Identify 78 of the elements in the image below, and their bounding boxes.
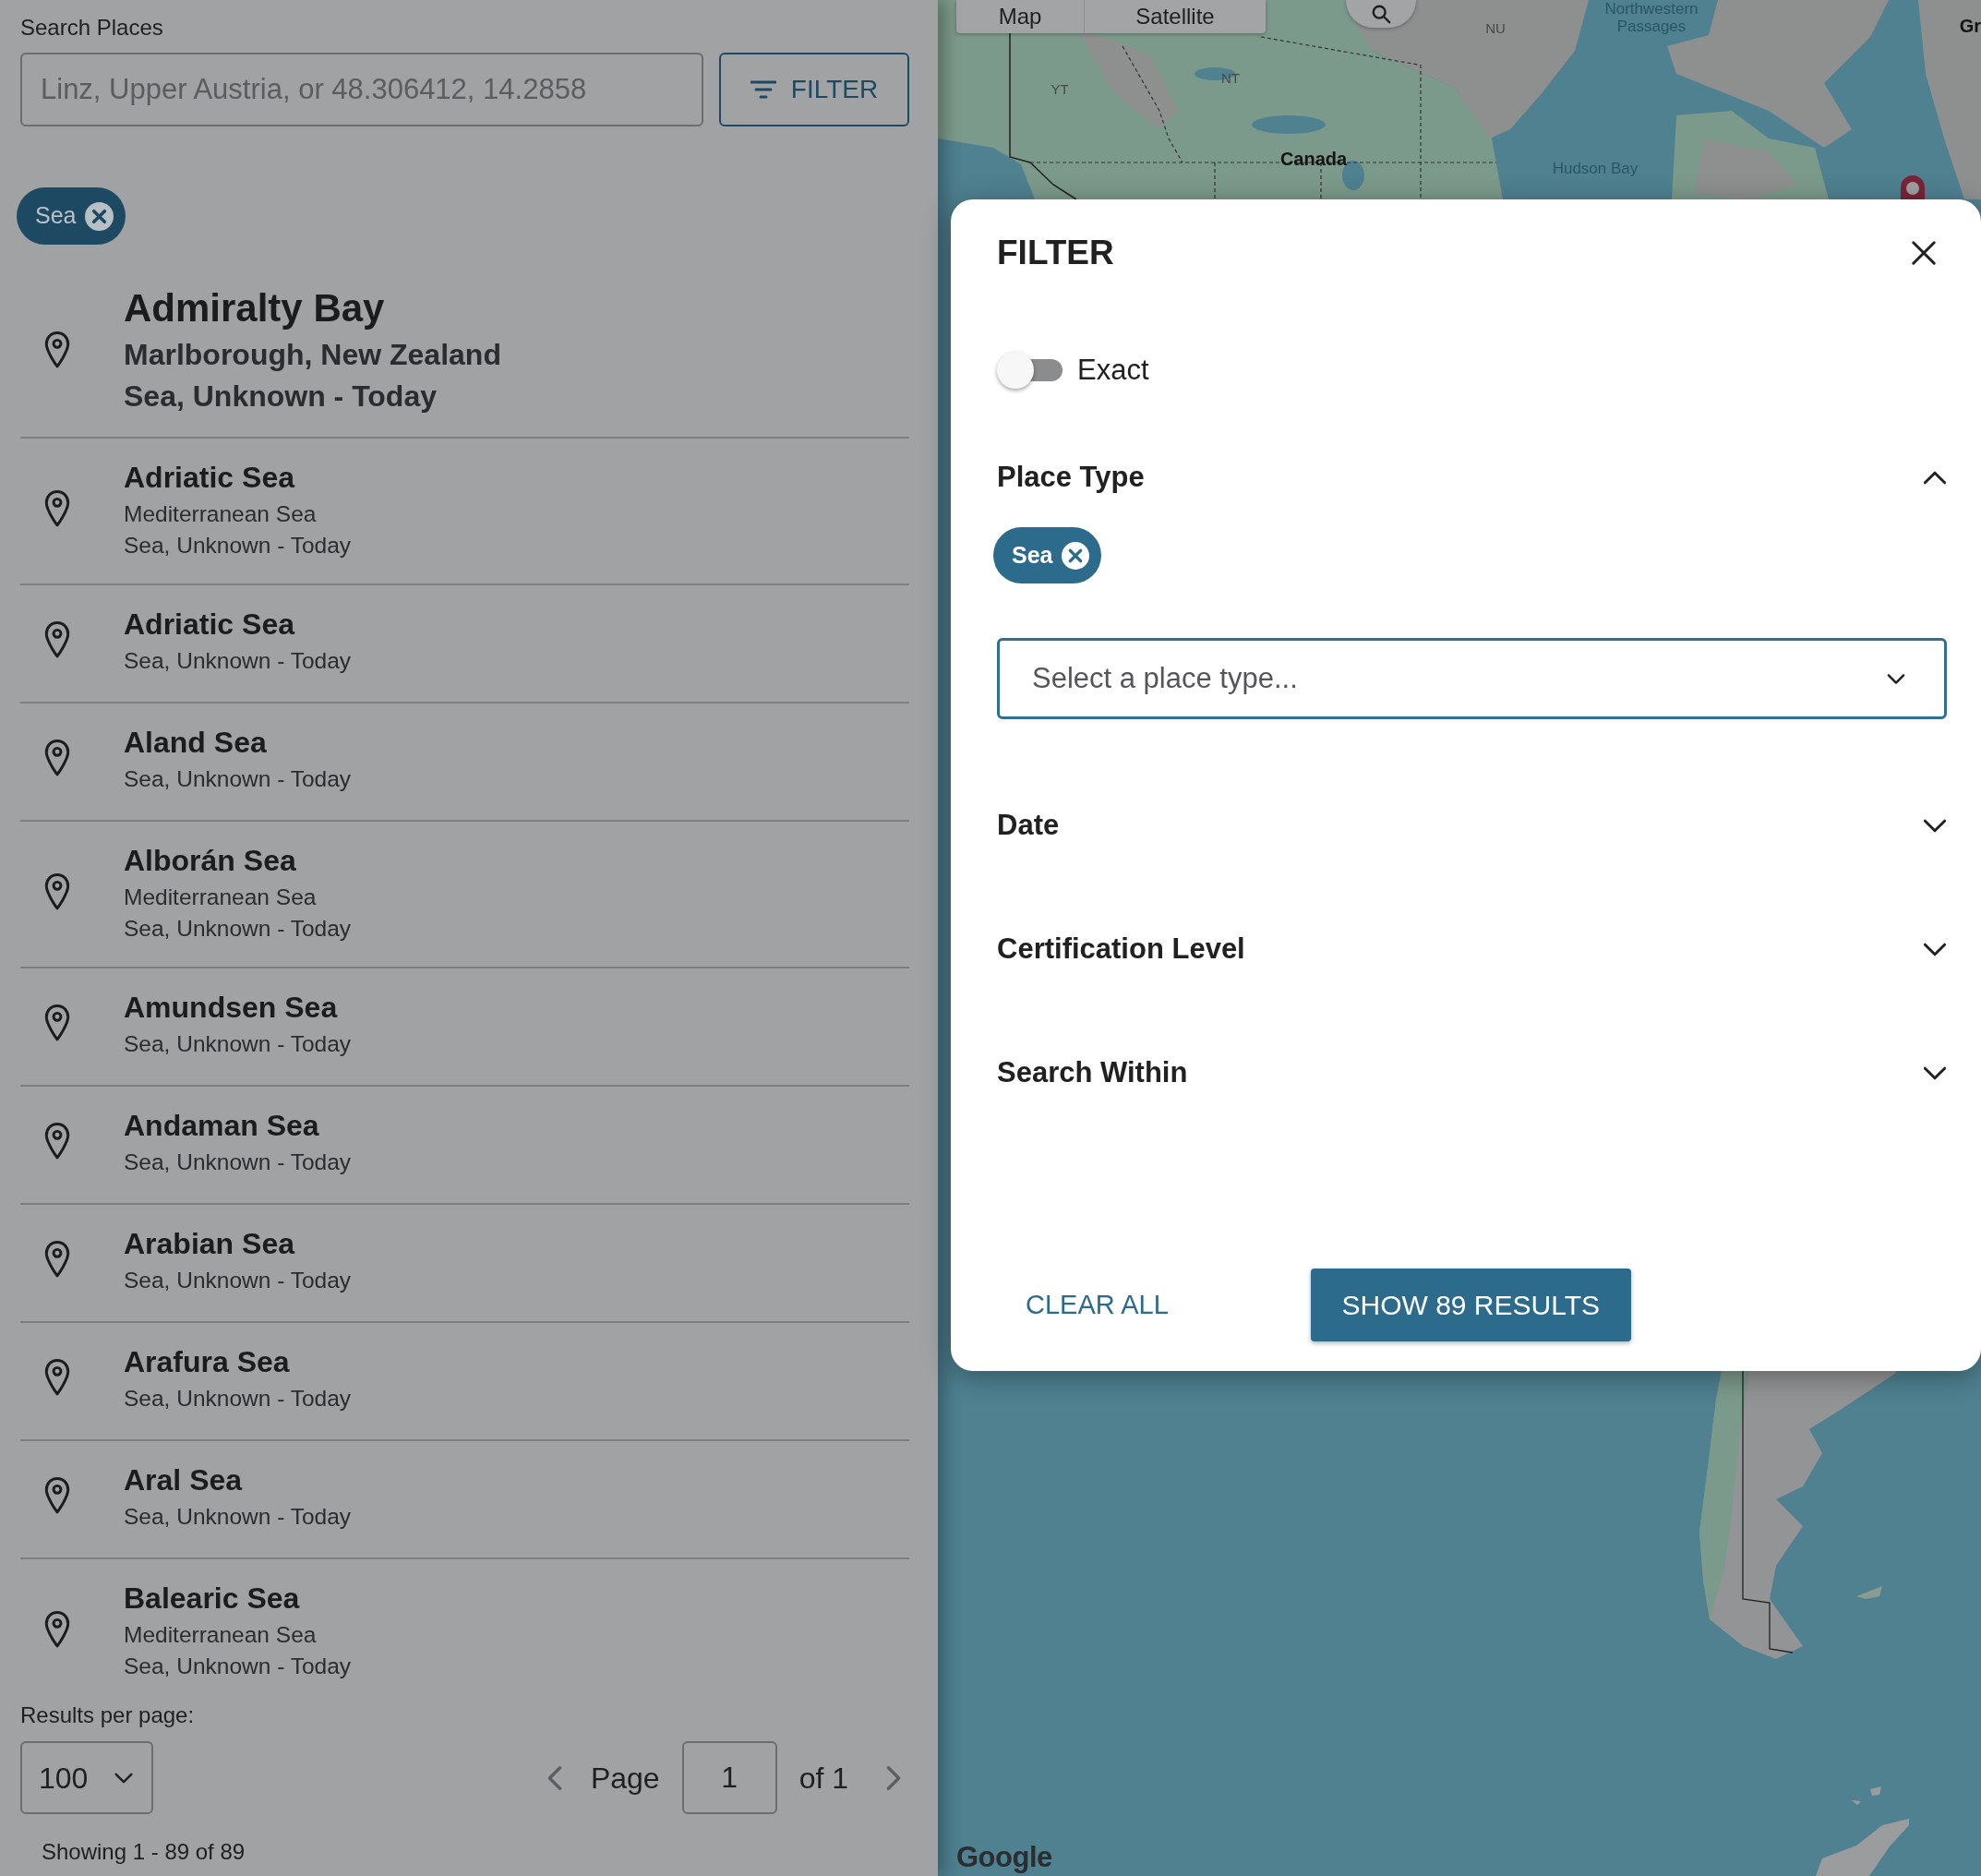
chevron-right-icon [885,1764,902,1791]
result-details: Sea, Unknown - Today [124,1503,352,1531]
result-details: Sea, Unknown - Today [124,765,352,793]
exact-toggle[interactable] [997,352,1063,389]
map-label: YT [1051,81,1069,98]
dialog-title: FILTER [997,233,1114,273]
remove-icon[interactable] [1062,541,1090,570]
filter-button[interactable]: FILTER [719,53,909,126]
map-attribution: Google [956,1841,1052,1874]
next-page-button[interactable] [885,1764,902,1791]
pin-icon [43,872,71,911]
result-title[interactable]: Alborán Sea [124,839,296,882]
result-title[interactable]: Adriatic Sea [124,456,294,499]
show-results-button[interactable]: SHOW 89 RESULTS [1310,1269,1631,1341]
section-header[interactable]: Search Within [997,1050,1947,1096]
section-header[interactable]: Certification Level [997,926,1947,972]
result-region: Mediterranean Sea [124,500,317,528]
pin-icon [43,739,71,777]
result-title[interactable]: Aral Sea [124,1459,243,1501]
pin-icon [43,620,71,659]
result-details: Sea, Unknown - Today [124,1267,352,1294]
result-title[interactable]: Arafura Sea [124,1341,290,1383]
search-label: Search Places [20,14,163,42]
result-title[interactable]: Amundsen Sea [124,986,338,1028]
pin-icon [43,489,71,528]
previous-page-button[interactable] [546,1764,563,1791]
result-title[interactable]: Andaman Sea [124,1104,319,1147]
page-count: of 1 [798,1760,848,1797]
per-page-select[interactable]: 100 [20,1741,153,1814]
result-title[interactable]: Arabian Sea [124,1222,294,1265]
per-page-label: Results per page: [20,1702,195,1729]
map-type-button[interactable]: Satellite [1084,0,1266,33]
pin-icon [43,1004,71,1042]
result-details: Sea, Unknown - Today [124,1653,352,1680]
pin-icon [43,1240,71,1279]
filter-icon [750,80,776,99]
search-field[interactable]: Linz, Upper Austria, or 48.306412, 14.2858 [20,53,703,126]
pin-icon [43,1358,71,1397]
result-details: Sea, Unknown - Today [124,647,352,675]
marker-icon[interactable] [1900,175,1926,199]
result-details: Sea, Unknown - Today [124,1148,352,1176]
map-label: Gr [1959,15,1981,37]
map-label: NT [1221,70,1240,87]
chevron-down-icon [114,1771,133,1785]
map-label: NU [1485,20,1506,37]
map-type-button[interactable]: Map [956,0,1084,33]
page-label: Page [590,1760,660,1797]
place-type-select[interactable]: Select a place type... [997,638,1947,719]
toggle-label: Exact [1077,353,1149,388]
section-header[interactable]: Place Type [997,454,1947,500]
map-label: Canada [1279,148,1348,170]
filter-chip[interactable]: Sea [993,527,1102,583]
result-title[interactable]: Aland Sea [124,721,267,764]
result-title[interactable]: Adriatic Sea [124,603,294,645]
chevron-down-icon [1887,672,1905,685]
results-summary: Showing 1 - 89 of 89 [42,1838,246,1866]
result-region: Marlborough, New Zealand [124,337,501,373]
result-details: Sea, Unknown - Today [124,1030,352,1058]
section-header[interactable]: Date [997,802,1947,848]
pin-icon [43,1610,71,1649]
result-region: Mediterranean Sea [124,884,317,911]
close-icon [1910,239,1938,267]
result-details: Sea, Unknown - Today [124,379,437,415]
remove-icon[interactable] [85,201,114,231]
page-field[interactable]: 1 [681,1741,777,1814]
pin-icon [43,1122,71,1160]
search-icon [1371,4,1391,24]
clear-all-button[interactable]: CLEAR ALL [997,1269,1197,1341]
pin-icon [43,331,71,369]
filter-chip[interactable]: Sea [17,187,126,245]
result-details: Sea, Unknown - Today [124,915,352,943]
result-title[interactable]: Balearic Sea [124,1577,300,1619]
result-region: Mediterranean Sea [124,1621,317,1649]
result-details: Sea, Unknown - Today [124,1385,352,1413]
result-title[interactable]: Admiralty Bay [124,283,385,334]
result-details: Sea, Unknown - Today [124,532,352,559]
chevron-left-icon [546,1764,563,1791]
pin-icon [43,1476,71,1515]
